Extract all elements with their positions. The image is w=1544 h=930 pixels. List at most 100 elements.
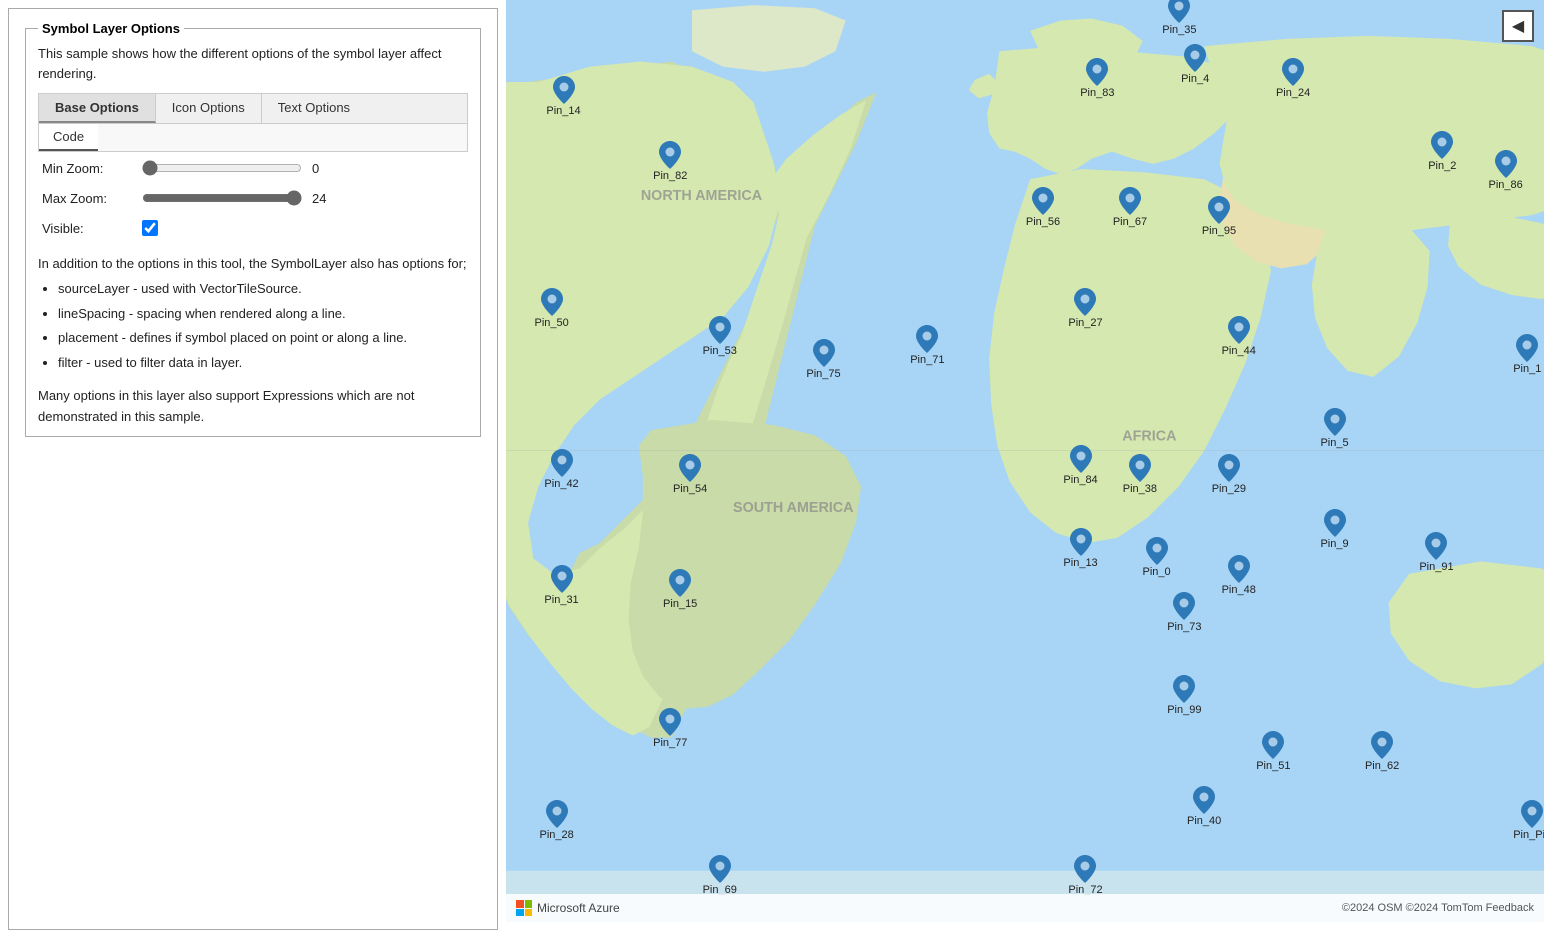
attribution-right: ©2024 OSM ©2024 TomTom Feedback — [1342, 902, 1534, 914]
pin-label: Pin_9 — [1320, 538, 1348, 550]
pin-marker[interactable]: Pin_1 — [1513, 334, 1541, 375]
pin-marker[interactable]: Pin_83 — [1080, 58, 1114, 99]
pin-icon — [1262, 731, 1284, 759]
sub-tab-code[interactable]: Code — [39, 124, 98, 151]
pin-label: Pin_0 — [1143, 566, 1171, 578]
pin-marker[interactable]: Pin_54 — [673, 454, 707, 495]
pin-marker[interactable]: Pin_71 — [910, 325, 944, 366]
pin-marker[interactable]: Pin_50 — [535, 288, 569, 329]
pin-marker[interactable]: Pin_13 — [1063, 528, 1097, 569]
visible-checkbox[interactable] — [142, 220, 158, 236]
pin-label: Pin_27 — [1068, 317, 1102, 329]
pin-marker[interactable]: Pin_28 — [539, 800, 573, 841]
sub-tabs: Code — [38, 124, 468, 152]
pin-icon — [1193, 786, 1215, 814]
pin-label: Pin_62 — [1365, 760, 1399, 772]
pin-marker[interactable]: Pin_62 — [1365, 731, 1399, 772]
pin-marker[interactable]: Pin_75 — [806, 339, 840, 380]
tab-icon-options[interactable]: Icon Options — [156, 94, 262, 123]
pin-marker[interactable]: Pin_72 — [1068, 855, 1102, 896]
tab-base-options[interactable]: Base Options — [39, 94, 156, 123]
pin-icon — [1184, 44, 1206, 72]
max-zoom-value: 24 — [312, 191, 336, 206]
pin-icon — [551, 449, 573, 477]
pin-marker[interactable]: Pin_29 — [1212, 454, 1246, 495]
pin-label: Pin_2 — [1428, 160, 1456, 172]
pin-marker[interactable]: Pin_9 — [1320, 509, 1348, 550]
azure-logo-squares — [516, 900, 532, 916]
pin-marker[interactable]: Pin_5 — [1320, 408, 1348, 449]
pin-marker[interactable]: Pin_77 — [653, 708, 687, 749]
logo-sq4 — [525, 909, 533, 917]
panel-border-title: Symbol Layer Options — [38, 21, 184, 36]
pin-marker[interactable]: Pin_15 — [663, 569, 697, 610]
pin-marker[interactable]: Pin_51 — [1256, 731, 1290, 772]
pin-marker[interactable]: Pin_14 — [546, 76, 580, 117]
pin-icon — [1371, 731, 1393, 759]
pin-marker[interactable]: Pin_53 — [703, 316, 737, 357]
pin-label: Pin_82 — [653, 170, 687, 182]
pin-marker[interactable]: Pin_27 — [1068, 288, 1102, 329]
pin-marker[interactable]: Pin_69 — [703, 855, 737, 896]
pin-marker[interactable]: Pin_91 — [1419, 532, 1453, 573]
pin-marker[interactable]: Pin_4 — [1181, 44, 1209, 85]
pin-icon — [1129, 454, 1151, 482]
pin-marker[interactable]: Pin_48 — [1222, 555, 1256, 596]
pin-marker[interactable]: Pin_56 — [1026, 187, 1060, 228]
pin-marker[interactable]: Pin_73 — [1167, 592, 1201, 633]
collapse-button[interactable]: ◀ — [1502, 10, 1534, 42]
info-footer: Many options in this layer also support … — [38, 386, 468, 428]
pin-label: Pin_48 — [1222, 584, 1256, 596]
pin-icon — [546, 800, 568, 828]
pin-marker[interactable]: Pin_99 — [1167, 675, 1201, 716]
pin-label: Pin_42 — [544, 478, 578, 490]
pin-label: Pin_91 — [1419, 561, 1453, 573]
pin-marker[interactable]: Pin_0 — [1143, 537, 1171, 578]
pin-label: Pin_28 — [539, 829, 573, 841]
min-zoom-slider[interactable] — [142, 160, 302, 176]
map-container[interactable]: NORTH AMERICA SOUTH AMERICA AFRICA Pin_3… — [506, 0, 1544, 922]
pin-label: Pin_53 — [703, 345, 737, 357]
pin-icon — [1168, 0, 1190, 23]
pin-marker[interactable]: Pin_84 — [1063, 445, 1097, 486]
pin-marker[interactable]: Pin_40 — [1187, 786, 1221, 827]
pin-icon — [1521, 800, 1543, 828]
pin-icon — [1074, 288, 1096, 316]
pin-label: Pin_35 — [1162, 24, 1196, 36]
pin-label: Pin_29 — [1212, 483, 1246, 495]
pin-marker[interactable]: Pin_31 — [544, 565, 578, 606]
pin-marker[interactable]: Pin_86 — [1489, 150, 1523, 191]
pin-marker[interactable]: Pin_95 — [1202, 196, 1236, 237]
pin-icon — [1516, 334, 1538, 362]
pin-marker[interactable]: Pin_38 — [1123, 454, 1157, 495]
pin-marker[interactable]: Pin_24 — [1276, 58, 1310, 99]
pin-icon — [541, 288, 563, 316]
pin-marker[interactable]: Pin_44 — [1222, 316, 1256, 357]
pin-marker[interactable]: Pin_67 — [1113, 187, 1147, 228]
max-zoom-slider[interactable] — [142, 190, 302, 206]
logo-sq2 — [525, 900, 533, 908]
pin-icon — [916, 325, 938, 353]
pin-marker[interactable]: Pin_2 — [1428, 131, 1456, 172]
pin-icon — [1119, 187, 1141, 215]
pin-label: Pin_40 — [1187, 815, 1221, 827]
pin-icon — [553, 76, 575, 104]
pin-label: Pin_67 — [1113, 216, 1147, 228]
pin-icon — [1282, 58, 1304, 86]
pin-label: Pin_83 — [1080, 87, 1114, 99]
list-item-3: filter - used to filter data in layer. — [58, 353, 468, 374]
pin-marker[interactable]: Pin_Pin — [1513, 800, 1544, 841]
pin-icon — [659, 141, 681, 169]
pin-marker[interactable]: Pin_82 — [653, 141, 687, 182]
attribution-text: ©2024 OSM ©2024 TomTom Feedback — [1342, 902, 1534, 914]
pin-marker[interactable]: Pin_35 — [1162, 0, 1196, 36]
left-panel: Symbol Layer Options This sample shows h… — [8, 8, 498, 930]
max-zoom-row: Max Zoom: 24 — [42, 190, 464, 206]
tab-text-options[interactable]: Text Options — [262, 94, 366, 123]
min-zoom-row: Min Zoom: 0 — [42, 160, 464, 176]
logo-sq3 — [516, 909, 524, 917]
pin-label: Pin_38 — [1123, 483, 1157, 495]
pin-label: Pin_77 — [653, 737, 687, 749]
pin-icon — [1431, 131, 1453, 159]
pin-marker[interactable]: Pin_42 — [544, 449, 578, 490]
